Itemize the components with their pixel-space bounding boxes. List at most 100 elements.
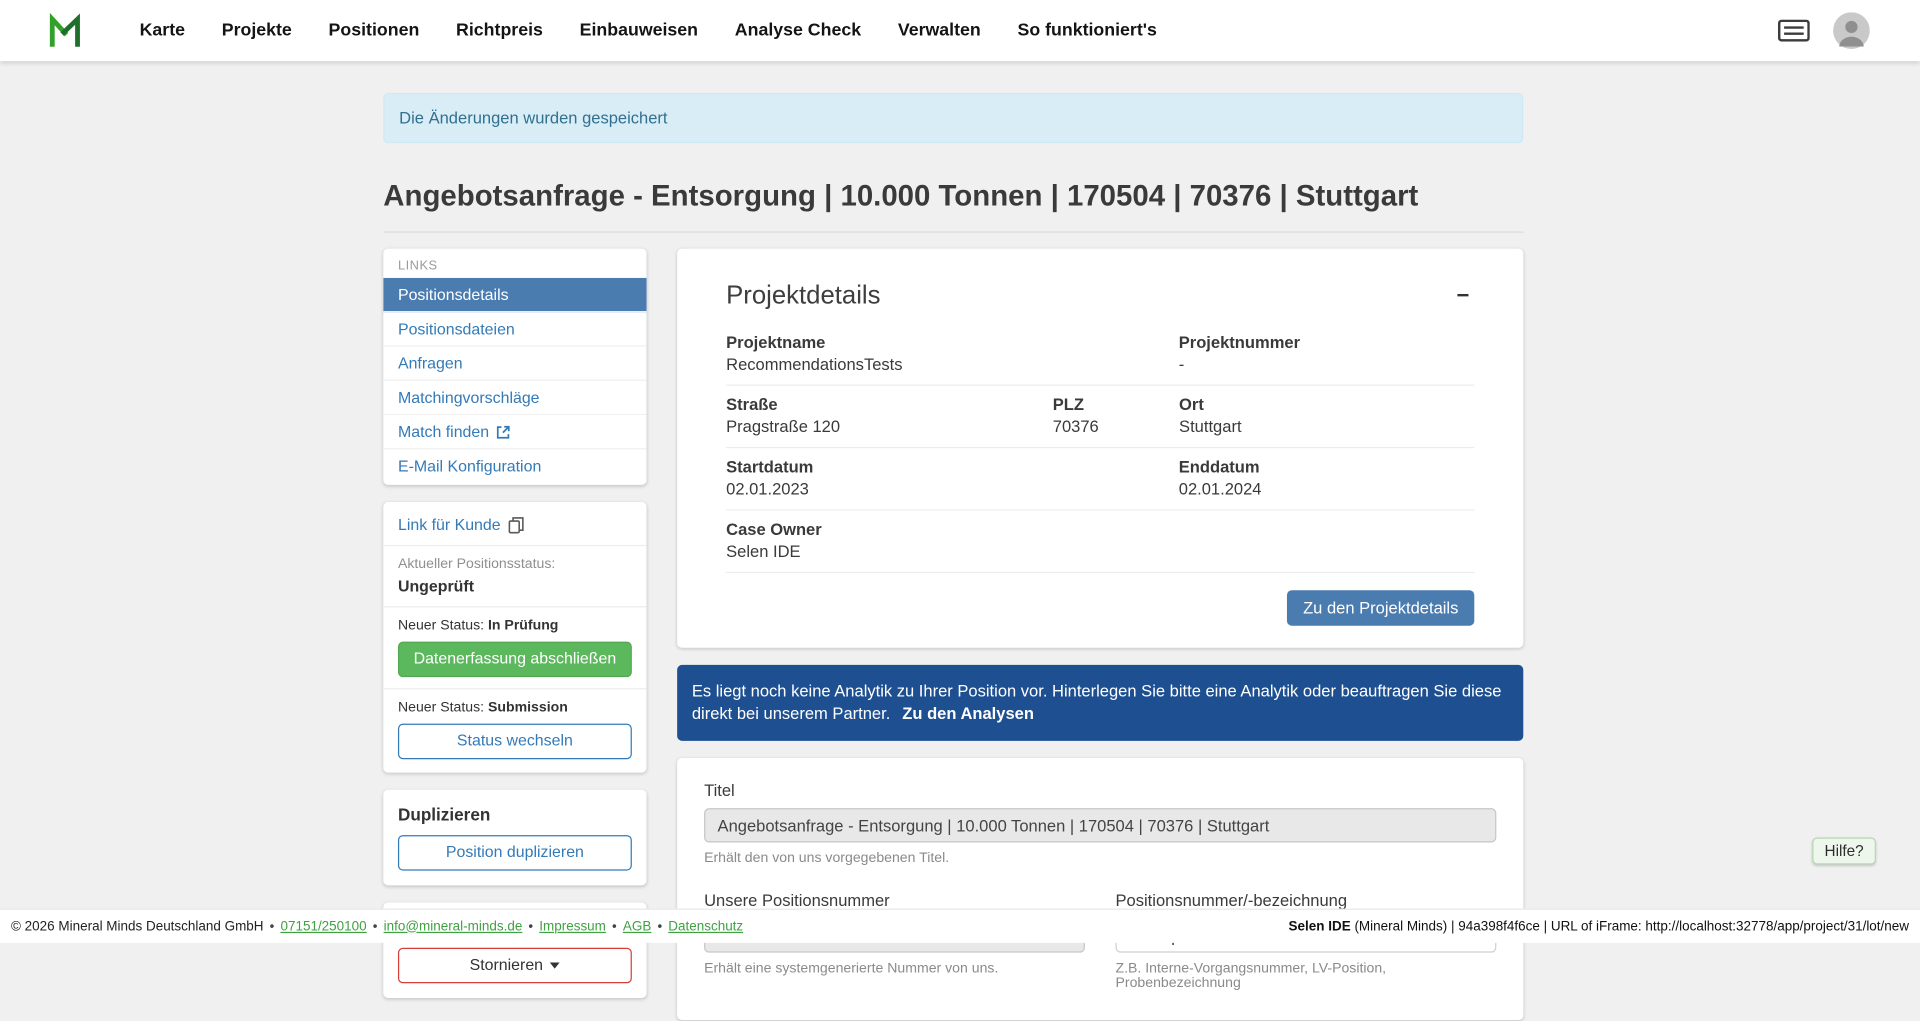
position-form-card: Titel Erhält den von uns vorgegebenen Ti… — [677, 759, 1523, 1021]
duplicate-position-button[interactable]: Position duplizieren — [398, 835, 632, 870]
enddatum-value: 02.01.2024 — [1179, 480, 1475, 498]
plz-label: PLZ — [1053, 396, 1179, 414]
new-status-value: In Prüfung — [488, 618, 558, 633]
help-button[interactable]: Hilfe? — [1812, 838, 1876, 865]
switch-status-button[interactable]: Status wechseln — [398, 724, 632, 759]
projektname-field: Projektname RecommendationsTests — [726, 333, 1179, 373]
main-container: Die Änderungen wurden gespeichert Angebo… — [383, 93, 1523, 1020]
duplicate-title: Duplizieren — [398, 804, 632, 824]
ort-label: Ort — [1179, 396, 1474, 414]
nav-item-positionen[interactable]: Positionen — [329, 21, 420, 41]
collapse-icon[interactable]: − — [1452, 282, 1475, 309]
status-card: Link für Kunde Aktueller Positionsstatus… — [383, 502, 646, 772]
sidebar-item-positionsdetails[interactable]: Positionsdetails — [383, 278, 646, 312]
links-card: LINKS Positionsdetails Positionsdateien … — [383, 249, 646, 485]
current-status-value: Ungeprüft — [398, 577, 632, 595]
case-owner-label: Case Owner — [726, 520, 1474, 538]
customer-link[interactable]: Link für Kunde — [398, 516, 524, 534]
case-owner-field: Case Owner Selen IDE — [726, 520, 1474, 560]
projektnummer-value: - — [1179, 355, 1475, 373]
server-icon[interactable] — [1778, 20, 1810, 42]
top-navbar: Karte Projekte Positionen Richtpreis Ein… — [0, 0, 1920, 61]
projektname-value: RecommendationsTests — [726, 355, 1179, 373]
phone-link[interactable]: 07151/250100 — [264, 919, 367, 934]
analytics-link[interactable]: Zu den Analysen — [902, 704, 1034, 722]
agb-link[interactable]: AGB — [606, 919, 651, 934]
project-row: Case Owner Selen IDE — [726, 511, 1474, 573]
custom-number-help: Z.B. Interne-Vorgangsnummer, LV-Position… — [1116, 962, 1497, 991]
datenschutz-link[interactable]: Datenschutz — [651, 919, 743, 934]
titel-help: Erhält den von uns vorgegebenen Titel. — [704, 852, 1496, 867]
strasse-field: Straße Pragstraße 120 — [726, 396, 1053, 436]
case-owner-value: Selen IDE — [726, 542, 1474, 560]
external-link-icon — [496, 424, 511, 439]
links-header: LINKS — [383, 249, 646, 278]
plz-field: PLZ 70376 — [1053, 396, 1179, 436]
footer: © 2026 Mineral Minds Deutschland GmbH 07… — [0, 909, 1920, 943]
projektnummer-field: Projektnummer - — [1179, 333, 1475, 373]
analytics-banner-text: Es liegt noch keine Analytik zu Ihrer Po… — [692, 682, 1502, 723]
nav-item-so-funktionierts[interactable]: So funktioniert's — [1017, 21, 1156, 41]
project-row: Straße Pragstraße 120 PLZ 70376 Ort Stut… — [726, 386, 1474, 448]
analytics-banner: Es liegt noch keine Analytik zu Ihrer Po… — [677, 665, 1523, 741]
nav-item-verwalten[interactable]: Verwalten — [898, 21, 981, 41]
strasse-label: Straße — [726, 396, 1053, 414]
caret-down-icon — [550, 962, 560, 968]
project-details-footer: Zu den Projektdetails — [726, 590, 1474, 626]
server-glyph — [1778, 20, 1810, 42]
new-status-value: Submission — [488, 700, 568, 715]
copyright-text: © 2026 Mineral Minds Deutschland GmbH — [11, 919, 263, 934]
custom-number-label: Positionsnummer/-bezeichnung — [1116, 892, 1497, 910]
main-content: Projektdetails − Projektname Recommendat… — [677, 249, 1523, 1021]
navbar-right — [1778, 12, 1870, 49]
success-alert: Die Änderungen wurden gespeichert — [383, 93, 1523, 143]
email-link[interactable]: info@mineral-minds.de — [367, 919, 523, 934]
cancel-dropdown-button[interactable]: Stornieren — [398, 947, 632, 982]
strasse-value: Pragstraße 120 — [726, 418, 1053, 436]
titel-label: Titel — [704, 782, 1496, 800]
project-details-button[interactable]: Zu den Projektdetails — [1287, 590, 1474, 626]
nav-item-karte[interactable]: Karte — [140, 21, 185, 41]
titel-input — [704, 809, 1496, 843]
divider — [383, 688, 646, 689]
divider — [383, 606, 646, 607]
logo-glyph — [47, 12, 84, 49]
nav-item-richtpreis[interactable]: Richtpreis — [456, 21, 543, 41]
page-title: Angebotsanfrage - Entsorgung | 10.000 To… — [383, 180, 1523, 233]
footer-left: © 2026 Mineral Minds Deutschland GmbH 07… — [11, 919, 743, 934]
nav-item-einbauweisen[interactable]: Einbauweisen — [580, 21, 698, 41]
sidebar-item-anfragen[interactable]: Anfragen — [383, 347, 646, 381]
footer-user-info: Selen IDE (Mineral Minds) | 94a398f4f6ce… — [1289, 919, 1909, 934]
titel-group: Titel Erhält den von uns vorgegebenen Ti… — [704, 782, 1496, 866]
main-nav: Karte Projekte Positionen Richtpreis Ein… — [140, 21, 1157, 41]
projektname-label: Projektname — [726, 333, 1179, 351]
project-row: Projektname RecommendationsTests Projekt… — [726, 323, 1474, 385]
impressum-link[interactable]: Impressum — [522, 919, 606, 934]
sidebar: LINKS Positionsdetails Positionsdateien … — [383, 249, 646, 998]
project-details-header: Projektdetails − — [726, 282, 1474, 311]
footer-user-name: Selen IDE — [1289, 919, 1351, 934]
project-details-card: Projektdetails − Projektname Recommendat… — [677, 249, 1523, 648]
sidebar-item-match-finden[interactable]: Match finden — [383, 415, 646, 449]
sidebar-item-email-konfiguration[interactable]: E-Mail Konfiguration — [383, 449, 646, 482]
project-row: Startdatum 02.01.2023 Enddatum 02.01.202… — [726, 448, 1474, 510]
customer-link-label: Link für Kunde — [398, 516, 501, 534]
cancel-button-label: Stornieren — [470, 955, 543, 973]
sidebar-item-label: Match finden — [398, 422, 489, 440]
enddatum-field: Enddatum 02.01.2024 — [1179, 458, 1475, 498]
content-row: LINKS Positionsdetails Positionsdateien … — [383, 249, 1523, 1021]
sidebar-item-positionsdateien[interactable]: Positionsdateien — [383, 312, 646, 346]
nav-item-projekte[interactable]: Projekte — [222, 21, 292, 41]
plz-value: 70376 — [1053, 418, 1179, 436]
sidebar-item-matchingvorschlaege[interactable]: Matchingvorschläge — [383, 381, 646, 415]
new-status-line-2: Neuer Status: Submission — [398, 700, 632, 715]
user-avatar[interactable] — [1833, 12, 1870, 49]
startdatum-field: Startdatum 02.01.2023 — [726, 458, 1179, 498]
our-number-help: Erhält eine systemgenerierte Nummer von … — [704, 962, 1085, 977]
projektnummer-label: Projektnummer — [1179, 333, 1475, 351]
copy-icon — [508, 516, 524, 533]
nav-item-analyse-check[interactable]: Analyse Check — [735, 21, 861, 41]
ort-field: Ort Stuttgart — [1179, 396, 1474, 436]
complete-data-entry-button[interactable]: Datenerfassung abschließen — [398, 642, 632, 677]
mineral-minds-logo-icon[interactable] — [47, 11, 86, 50]
